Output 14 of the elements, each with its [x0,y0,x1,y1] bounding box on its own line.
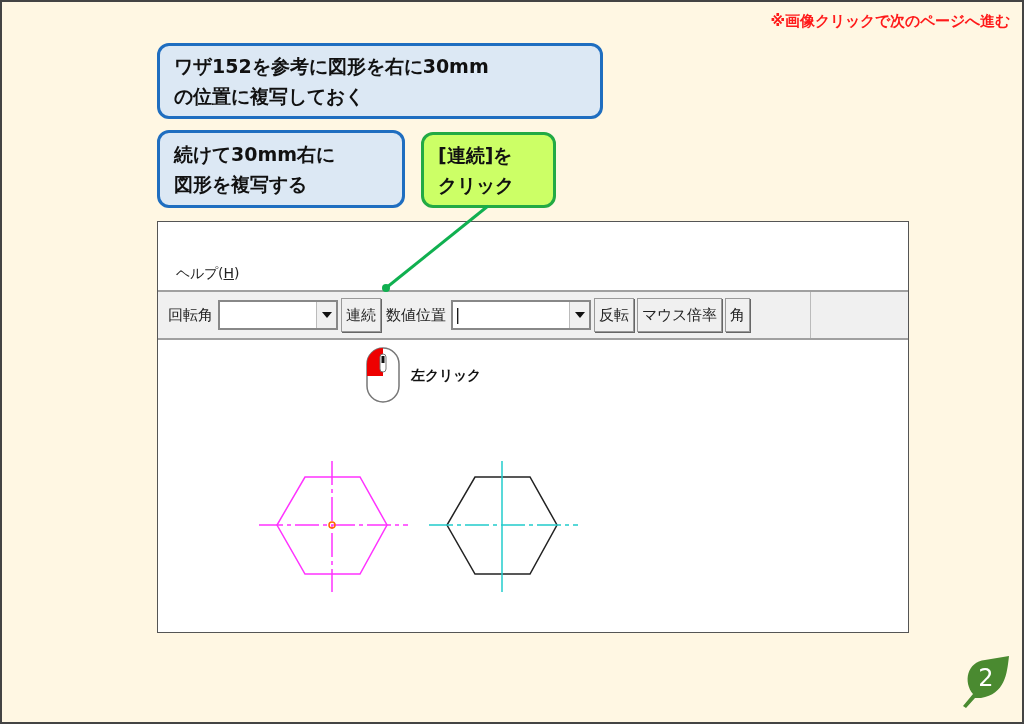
page-number: 2 [978,663,994,694]
toolbar-label: 回転角 [167,304,214,326]
callout-text: [連続]を クリック [421,132,556,208]
callout-text: ワザ152を参考に図形を右に30mm の位置に複写しておく [157,43,603,119]
toolbar-button[interactable]: 角 [725,298,750,332]
toolbar-button[interactable]: 反転 [594,298,634,332]
menu-item[interactable]: ヘルプ(H) [176,263,240,284]
notice-text: ※画像クリックで次のページへ進む [770,11,1010,32]
combo-box[interactable]: | [451,300,591,330]
toolbar-label: 数値位置 [385,304,447,326]
toolbar-button[interactable]: マウス倍率 [637,298,722,332]
callout-text: 続けて30mm右に 図形を複写する [157,130,405,208]
mouse-hint-text: 左クリック [411,365,481,385]
toolbar-button[interactable]: 連続 [341,298,381,332]
